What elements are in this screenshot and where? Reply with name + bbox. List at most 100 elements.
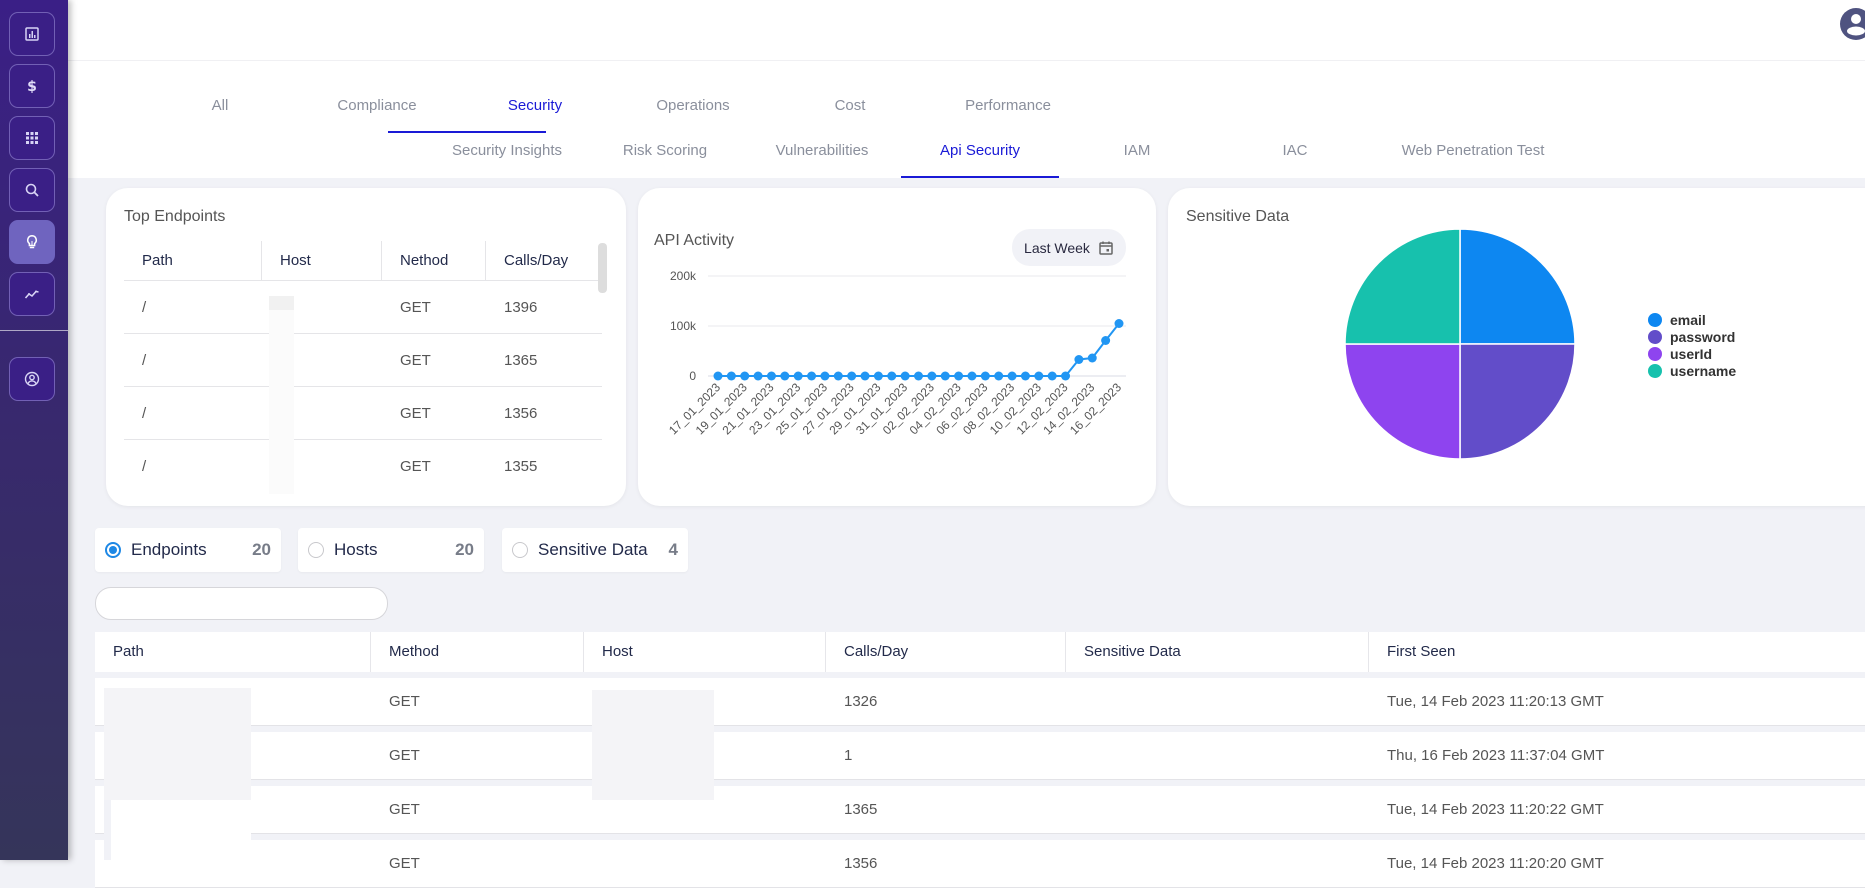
table-row[interactable]: / GET 1356 bbox=[124, 387, 602, 440]
column-header-host[interactable]: Host bbox=[262, 241, 382, 280]
table-row[interactable]: GET 1326 Tue, 14 Feb 2023 11:20:13 GMT bbox=[95, 678, 1865, 726]
legend-item-userid[interactable]: userId bbox=[1648, 345, 1736, 362]
table-row[interactable]: / GET 1396 bbox=[124, 281, 602, 334]
tab-cost[interactable]: Cost bbox=[771, 97, 929, 114]
tab-security[interactable]: Security bbox=[456, 97, 614, 114]
trend-line-icon bbox=[24, 290, 39, 299]
svg-text:$: $ bbox=[27, 79, 37, 94]
table-row[interactable]: GET 1 Thu, 16 Feb 2023 11:37:04 GMT bbox=[95, 732, 1865, 780]
sidebar-item-dashboard[interactable] bbox=[9, 12, 55, 56]
redacted-host-column bbox=[269, 296, 294, 494]
column-header-sensitive-data[interactable]: Sensitive Data bbox=[1066, 632, 1369, 672]
sub-tab-active-indicator bbox=[901, 176, 1059, 178]
column-header-calls[interactable]: Calls/Day bbox=[486, 241, 602, 280]
radio-hosts[interactable] bbox=[308, 542, 324, 558]
table-scrollbar[interactable] bbox=[598, 243, 607, 293]
y-tick-label: 0 bbox=[689, 369, 696, 383]
table-header: Path Method Host Calls/Day Sensitive Dat… bbox=[95, 632, 1865, 672]
dollar-icon: $ bbox=[27, 79, 37, 94]
legend-item-email[interactable]: email bbox=[1648, 311, 1736, 328]
column-header-method[interactable]: Nethod bbox=[382, 241, 486, 280]
subtab-web-penetration-test[interactable]: Web Penetration Test bbox=[1373, 142, 1573, 159]
data-point bbox=[1087, 353, 1097, 363]
sidebar: $ bbox=[0, 0, 68, 860]
table-row[interactable]: / GET 1355 bbox=[124, 440, 602, 493]
legend-item-password[interactable]: password bbox=[1648, 328, 1736, 345]
cell-method: GET bbox=[389, 801, 420, 818]
table-row[interactable]: GET 1356 Tue, 14 Feb 2023 11:20:20 GMT bbox=[95, 840, 1865, 888]
tab-operations[interactable]: Operations bbox=[614, 97, 772, 114]
top-header bbox=[68, 0, 1865, 60]
radio-endpoints[interactable] bbox=[105, 542, 121, 558]
column-header-host[interactable]: Host bbox=[584, 632, 826, 672]
data-point bbox=[1101, 336, 1111, 345]
filter-endpoints[interactable]: Endpoints 20 bbox=[95, 528, 281, 572]
subtab-risk-scoring[interactable]: Risk Scoring bbox=[586, 142, 744, 159]
user-avatar-icon[interactable] bbox=[1839, 6, 1865, 42]
sidebar-item-search[interactable] bbox=[9, 168, 55, 212]
cell-sensitive-data bbox=[1066, 678, 1369, 725]
cell-path: / bbox=[142, 299, 147, 316]
subtab-vulnerabilities[interactable]: Vulnerabilities bbox=[743, 142, 901, 159]
column-header-path[interactable]: Path bbox=[95, 632, 371, 672]
subtab-security-insights[interactable]: Security Insights bbox=[428, 142, 586, 159]
legend-item-username[interactable]: username bbox=[1648, 362, 1736, 379]
data-point bbox=[940, 371, 950, 381]
legend-swatch bbox=[1648, 312, 1662, 327]
data-point bbox=[1020, 371, 1030, 381]
filter-label: Endpoints bbox=[131, 540, 207, 559]
radio-sensitive-data[interactable] bbox=[512, 542, 528, 558]
top-endpoints-title: Top Endpoints bbox=[124, 208, 226, 225]
sidebar-item-cost[interactable]: $ bbox=[9, 64, 55, 108]
table-row[interactable]: GET 1365 Tue, 14 Feb 2023 11:20:22 GMT bbox=[95, 786, 1865, 834]
data-point bbox=[766, 371, 776, 381]
cell-method: GET bbox=[389, 747, 420, 764]
legend-label: password bbox=[1670, 328, 1736, 345]
cell-first-seen: Thu, 16 Feb 2023 11:37:04 GMT bbox=[1387, 747, 1605, 764]
table-header: Path Host Nethod Calls/Day bbox=[124, 241, 602, 281]
column-header-calls[interactable]: Calls/Day bbox=[826, 632, 1066, 672]
tab-compliance[interactable]: Compliance bbox=[298, 97, 456, 114]
sidebar-divider bbox=[0, 330, 68, 331]
sidebar-item-apps[interactable] bbox=[9, 116, 55, 160]
filter-sensitive-data[interactable]: Sensitive Data 4 bbox=[502, 528, 688, 572]
filter-hosts[interactable]: Hosts 20 bbox=[298, 528, 484, 572]
search-input[interactable] bbox=[95, 587, 388, 620]
legend-swatch bbox=[1648, 329, 1662, 344]
column-header-method[interactable]: Method bbox=[371, 632, 584, 672]
y-tick-label: 100k bbox=[670, 319, 697, 333]
column-header-path[interactable]: Path bbox=[124, 241, 262, 280]
cell-method: GET bbox=[400, 299, 431, 316]
table-row[interactable]: / GET 1365 bbox=[124, 334, 602, 387]
data-point bbox=[740, 371, 750, 381]
top-endpoints-table: Path Host Nethod Calls/Day / GET 1396 / … bbox=[124, 241, 602, 493]
filter-label: Hosts bbox=[334, 540, 378, 559]
redacted-host bbox=[592, 690, 714, 800]
subtab-api-security[interactable]: Api Security bbox=[901, 142, 1059, 159]
legend-label: username bbox=[1670, 362, 1737, 379]
data-point bbox=[914, 371, 923, 381]
grid-icon bbox=[26, 132, 38, 144]
sidebar-item-profile[interactable] bbox=[9, 357, 55, 401]
legend-swatch bbox=[1648, 363, 1662, 378]
column-header-first-seen[interactable]: First Seen bbox=[1369, 632, 1865, 672]
sensitive-data-card: Sensitive Data email password userId userna… bbox=[1168, 188, 1865, 506]
sidebar-item-trends[interactable] bbox=[9, 272, 55, 316]
cell-first-seen: Tue, 14 Feb 2023 11:20:20 GMT bbox=[1387, 855, 1604, 872]
cell-method: GET bbox=[400, 352, 431, 369]
cell-calls: 1326 bbox=[844, 693, 878, 710]
tab-all[interactable]: All bbox=[141, 97, 299, 114]
data-point bbox=[1047, 371, 1057, 381]
redacted-path bbox=[104, 688, 251, 800]
subtab-iac[interactable]: IAC bbox=[1216, 142, 1374, 159]
sidebar-item-insights[interactable] bbox=[9, 220, 55, 264]
user-circle-icon bbox=[24, 371, 40, 387]
api-activity-line-chart: 0100k200k17_01_202319_01_202321_01_20232… bbox=[666, 269, 1126, 437]
pie-slice-username bbox=[1344, 228, 1461, 345]
cell-calls: 1365 bbox=[844, 801, 878, 818]
cell-calls: 1355 bbox=[504, 458, 538, 475]
subtab-iam[interactable]: IAM bbox=[1058, 142, 1216, 159]
tab-performance[interactable]: Performance bbox=[929, 97, 1087, 114]
search-icon bbox=[25, 183, 39, 197]
data-point bbox=[807, 371, 817, 381]
